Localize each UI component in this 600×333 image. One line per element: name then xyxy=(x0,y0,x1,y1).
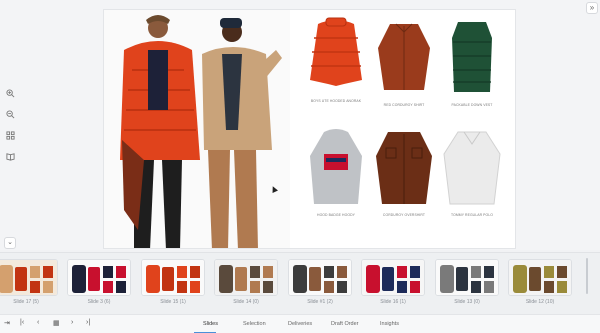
zoom-out-icon xyxy=(5,109,14,118)
slide-thumbnail-label: Slide 13 (0) xyxy=(454,299,480,305)
zoom-in-icon xyxy=(5,88,14,97)
product-tile[interactable]: HOOD BADGE HOODY xyxy=(304,128,368,217)
tab-draft-order[interactable]: Draft Order xyxy=(331,321,359,327)
product-image xyxy=(376,132,432,204)
book-icon xyxy=(5,152,15,161)
bottom-bar: ⇥ |‹ ‹ ▦ › ›| Slides Selection Deliverie… xyxy=(0,314,600,333)
presentation-editor: { "toolbar": { "zoom_in_icon": "zoom-in-… xyxy=(0,0,600,333)
product-tile[interactable]: CORDUROY OVERSHIRT xyxy=(372,128,436,217)
slide-thumbnail-image xyxy=(508,259,572,296)
slide-thumbnail-label: Slide 12 (10) xyxy=(525,299,555,305)
canvas-area: » BOYS UTE HOODED ANORAK RED CORDUROY SH… xyxy=(0,0,600,250)
collapse-filmstrip-button[interactable]: ⌄ xyxy=(4,237,16,249)
grid-icon xyxy=(5,130,15,140)
product-image xyxy=(310,129,362,204)
slide-thumbnail-image xyxy=(288,259,352,296)
slide-thumbnail-image xyxy=(0,259,58,296)
product-image xyxy=(378,23,430,90)
slide-thumbnail[interactable]: Slide 13 (0) xyxy=(435,259,499,311)
slide-thumbnail-label: Slide 16 (1) xyxy=(380,299,406,305)
tab-insights[interactable]: Insights xyxy=(380,321,399,327)
tab-selection[interactable]: Selection xyxy=(243,321,266,327)
slide-thumbnail-label: Slide #1 (2) xyxy=(307,299,333,305)
slide-filmstrip: Slide 17 (5) Slide 3 (6) Slide 15 (1) Slide… xyxy=(0,252,600,314)
left-toolbar xyxy=(3,86,17,170)
slide-thumbnail-image xyxy=(67,259,131,296)
slide-thumbnail-image xyxy=(435,259,499,296)
slide-thumbnail-label: Slide 17 (5) xyxy=(13,299,39,305)
slide-thumbnail[interactable]: Slide 14 (0) xyxy=(214,259,278,311)
tab-deliveries[interactable]: Deliveries xyxy=(288,321,312,327)
slide-thumbnail-image xyxy=(214,259,278,296)
slide-thumbnail-image xyxy=(361,259,425,296)
product-tile[interactable]: TOMMY REGULAR POLO xyxy=(440,128,504,217)
slide-thumbnail[interactable]: Slide 16 (1) xyxy=(361,259,425,311)
slide-thumbnail[interactable]: Slide 12 (10) xyxy=(508,259,572,311)
next-slide-button[interactable]: › xyxy=(71,319,73,326)
slide-thumbnail[interactable]: Slide #1 (2) xyxy=(288,259,352,311)
exit-icon[interactable]: ⇥ xyxy=(4,319,10,327)
expand-panel-button[interactable]: » xyxy=(586,2,598,14)
product-caption: RED CORDUROY SHIRT xyxy=(383,103,425,107)
product-image xyxy=(452,22,492,92)
prev-slide-button[interactable]: ‹ xyxy=(37,319,39,326)
zoom-out-button[interactable] xyxy=(3,107,17,121)
grid-view-toggle[interactable]: ▦ xyxy=(53,319,60,327)
product-caption: PACKABLE DOWN VEST xyxy=(451,103,493,107)
slide-thumbnail[interactable]: Slide 15 (1) xyxy=(141,259,205,311)
tab-slides[interactable]: Slides xyxy=(203,321,218,327)
product-tile[interactable]: PACKABLE DOWN VEST xyxy=(440,18,504,107)
slide-thumbnail-image xyxy=(141,259,205,296)
product-tile[interactable]: BOYS UTE HOODED ANORAK xyxy=(304,14,368,103)
product-caption: HOOD BADGE HOODY xyxy=(317,213,355,217)
slide-thumbnail[interactable]: Slide 17 (5) xyxy=(0,259,58,311)
product-caption: CORDUROY OVERSHIRT xyxy=(382,213,426,217)
product-tile[interactable]: RED CORDUROY SHIRT xyxy=(372,18,436,107)
slide-thumbnail-label: Slide 14 (0) xyxy=(233,299,259,305)
slide-thumbnail-label: Slide 3 (6) xyxy=(87,299,111,305)
last-slide-button[interactable]: ›| xyxy=(86,319,90,326)
product-image xyxy=(443,131,501,205)
slide-canvas[interactable]: BOYS UTE HOODED ANORAK RED CORDUROY SHIR… xyxy=(103,9,516,249)
product-caption: TOMMY REGULAR POLO xyxy=(451,213,493,217)
product-caption: BOYS UTE HOODED ANORAK xyxy=(310,99,362,103)
product-image xyxy=(310,17,362,86)
slide-thumbnail[interactable]: Slide 3 (6) xyxy=(67,259,131,311)
grid-view-button[interactable] xyxy=(3,128,17,142)
first-slide-button[interactable]: |‹ xyxy=(20,319,24,326)
filmstrip-scrollbar[interactable] xyxy=(586,258,588,294)
slide-thumbnail-label: Slide 15 (1) xyxy=(160,299,186,305)
lifestyle-photo xyxy=(104,10,290,248)
book-view-button[interactable] xyxy=(3,149,17,163)
zoom-in-button[interactable] xyxy=(3,86,17,100)
